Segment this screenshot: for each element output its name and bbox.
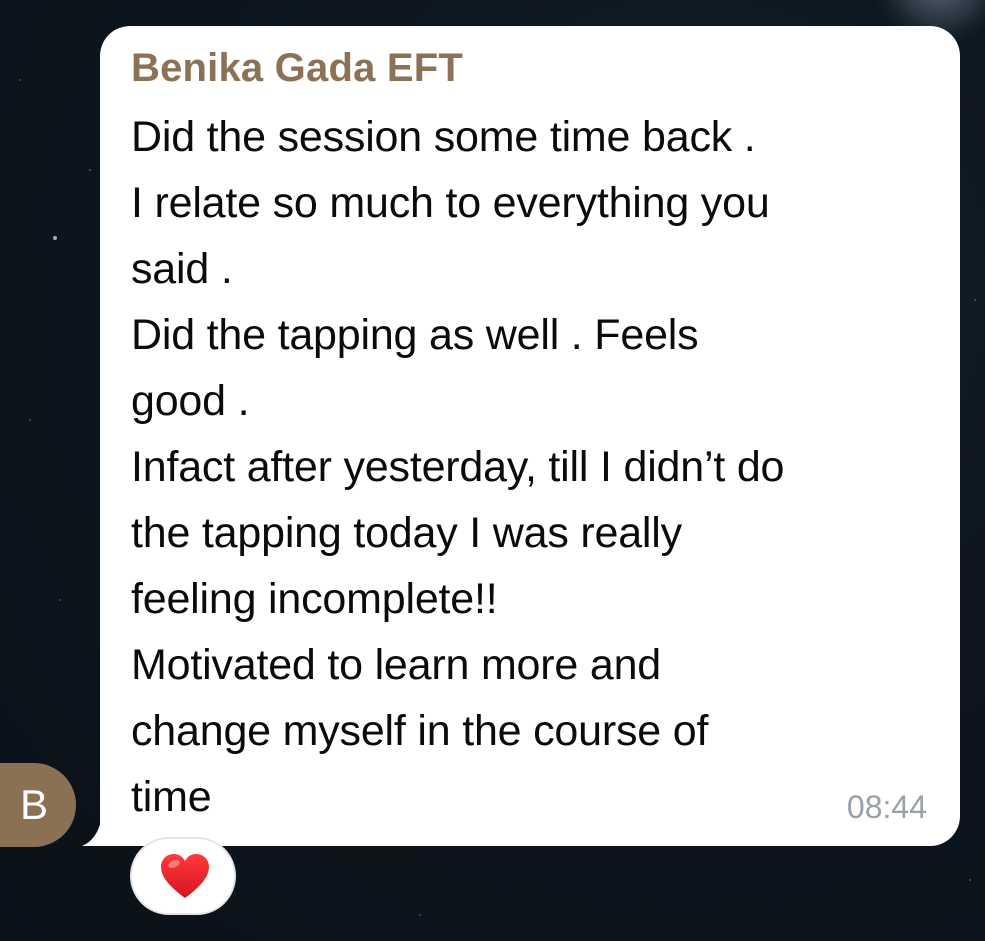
reaction-chip[interactable] <box>130 837 236 915</box>
message-bubble[interactable]: Benika Gada EFT Did the session some tim… <box>100 26 960 846</box>
message-line: time <box>131 773 212 821</box>
message-timestamp: 08:44 <box>846 789 927 825</box>
message-row: B Benika Gada EFT Did the session some t… <box>0 0 985 941</box>
message-line: the tapping today I was really <box>131 509 682 557</box>
message-line: Did the tapping as well . Feels <box>131 311 699 359</box>
message-line: good . <box>131 377 250 425</box>
sender-name[interactable]: Benika Gada EFT <box>131 46 463 91</box>
message-line: feeling incomplete!! <box>131 575 498 623</box>
avatar-initial: B <box>19 781 48 828</box>
message-line: Motivated to learn more and <box>131 641 662 689</box>
message-line: said . <box>131 245 233 293</box>
heart-icon <box>161 854 209 898</box>
message-line: I relate so much to everything you <box>131 179 770 227</box>
message-line: Did the session some time back . <box>131 113 756 161</box>
message-line: Infact after yesterday, till I didn’t do <box>131 443 785 491</box>
message-text: Did the session some time back . I relat… <box>131 104 946 830</box>
message-line: change myself in the course of <box>131 707 709 755</box>
avatar[interactable]: B <box>0 763 76 847</box>
